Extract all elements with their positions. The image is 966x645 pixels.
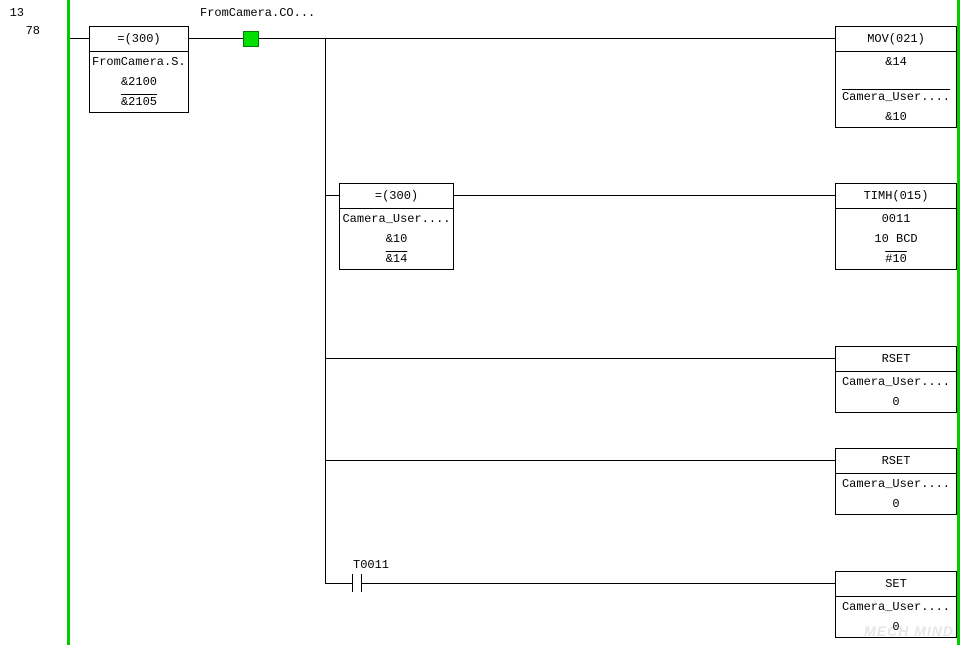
- contact-label-fromcamera: FromCamera.CO...: [200, 6, 315, 20]
- block-row: 0: [836, 392, 956, 412]
- rset-block-1[interactable]: RSET Camera_User.... 0: [835, 346, 957, 413]
- wire: [325, 460, 835, 461]
- block-row: 0011: [836, 209, 956, 229]
- block-row: 10 BCD: [836, 229, 956, 249]
- block-title: MOV(021): [836, 27, 956, 52]
- block-row: &10: [836, 107, 956, 127]
- wire: [325, 38, 835, 39]
- block-row: &14: [340, 249, 453, 269]
- rung-number: 13: [0, 6, 24, 20]
- block-row: &2105: [90, 92, 188, 112]
- step-number: 78: [0, 24, 40, 38]
- left-power-rail: [67, 0, 70, 645]
- block-row: Camera_User....: [836, 72, 956, 107]
- ladder-canvas: 13 78 FromCamera.CO... =(300) FromCamera…: [0, 0, 966, 645]
- block-row: Camera_User....: [836, 597, 956, 617]
- wire: [325, 38, 326, 583]
- block-row: &2100: [90, 72, 188, 92]
- block-title: TIMH(015): [836, 184, 956, 209]
- contact-t0011[interactable]: [345, 574, 369, 592]
- right-power-rail: [957, 0, 960, 645]
- timh-block[interactable]: TIMH(015) 0011 10 BCD #10: [835, 183, 957, 270]
- block-title: RSET: [836, 449, 956, 474]
- block-title: RSET: [836, 347, 956, 372]
- compare-block-left[interactable]: =(300) FromCamera.S... &2100 &2105: [89, 26, 189, 113]
- set-block[interactable]: SET Camera_User.... 0: [835, 571, 957, 638]
- block-row: Camera_User....: [340, 209, 453, 229]
- wire: [325, 195, 339, 196]
- execution-marker: [243, 31, 259, 47]
- contact-label-t0011: T0011: [353, 558, 389, 572]
- block-row: 0: [836, 494, 956, 514]
- wire: [325, 358, 835, 359]
- wire: [325, 583, 345, 584]
- wire: [369, 583, 835, 584]
- block-row: &10: [340, 229, 453, 249]
- block-row: Camera_User....: [836, 372, 956, 392]
- block-title: =(300): [340, 184, 453, 209]
- block-row: Camera_User....: [836, 474, 956, 494]
- rset-block-2[interactable]: RSET Camera_User.... 0: [835, 448, 957, 515]
- block-title: SET: [836, 572, 956, 597]
- wire: [454, 195, 835, 196]
- block-title: =(300): [90, 27, 188, 52]
- wire: [70, 38, 89, 39]
- block-row: 0: [836, 617, 956, 637]
- mov-block[interactable]: MOV(021) &14 Camera_User.... &10: [835, 26, 957, 128]
- block-row: #10: [836, 249, 956, 269]
- block-row: FromCamera.S...: [90, 52, 188, 72]
- compare-block-mid[interactable]: =(300) Camera_User.... &10 &14: [339, 183, 454, 270]
- block-row: &14: [836, 52, 956, 72]
